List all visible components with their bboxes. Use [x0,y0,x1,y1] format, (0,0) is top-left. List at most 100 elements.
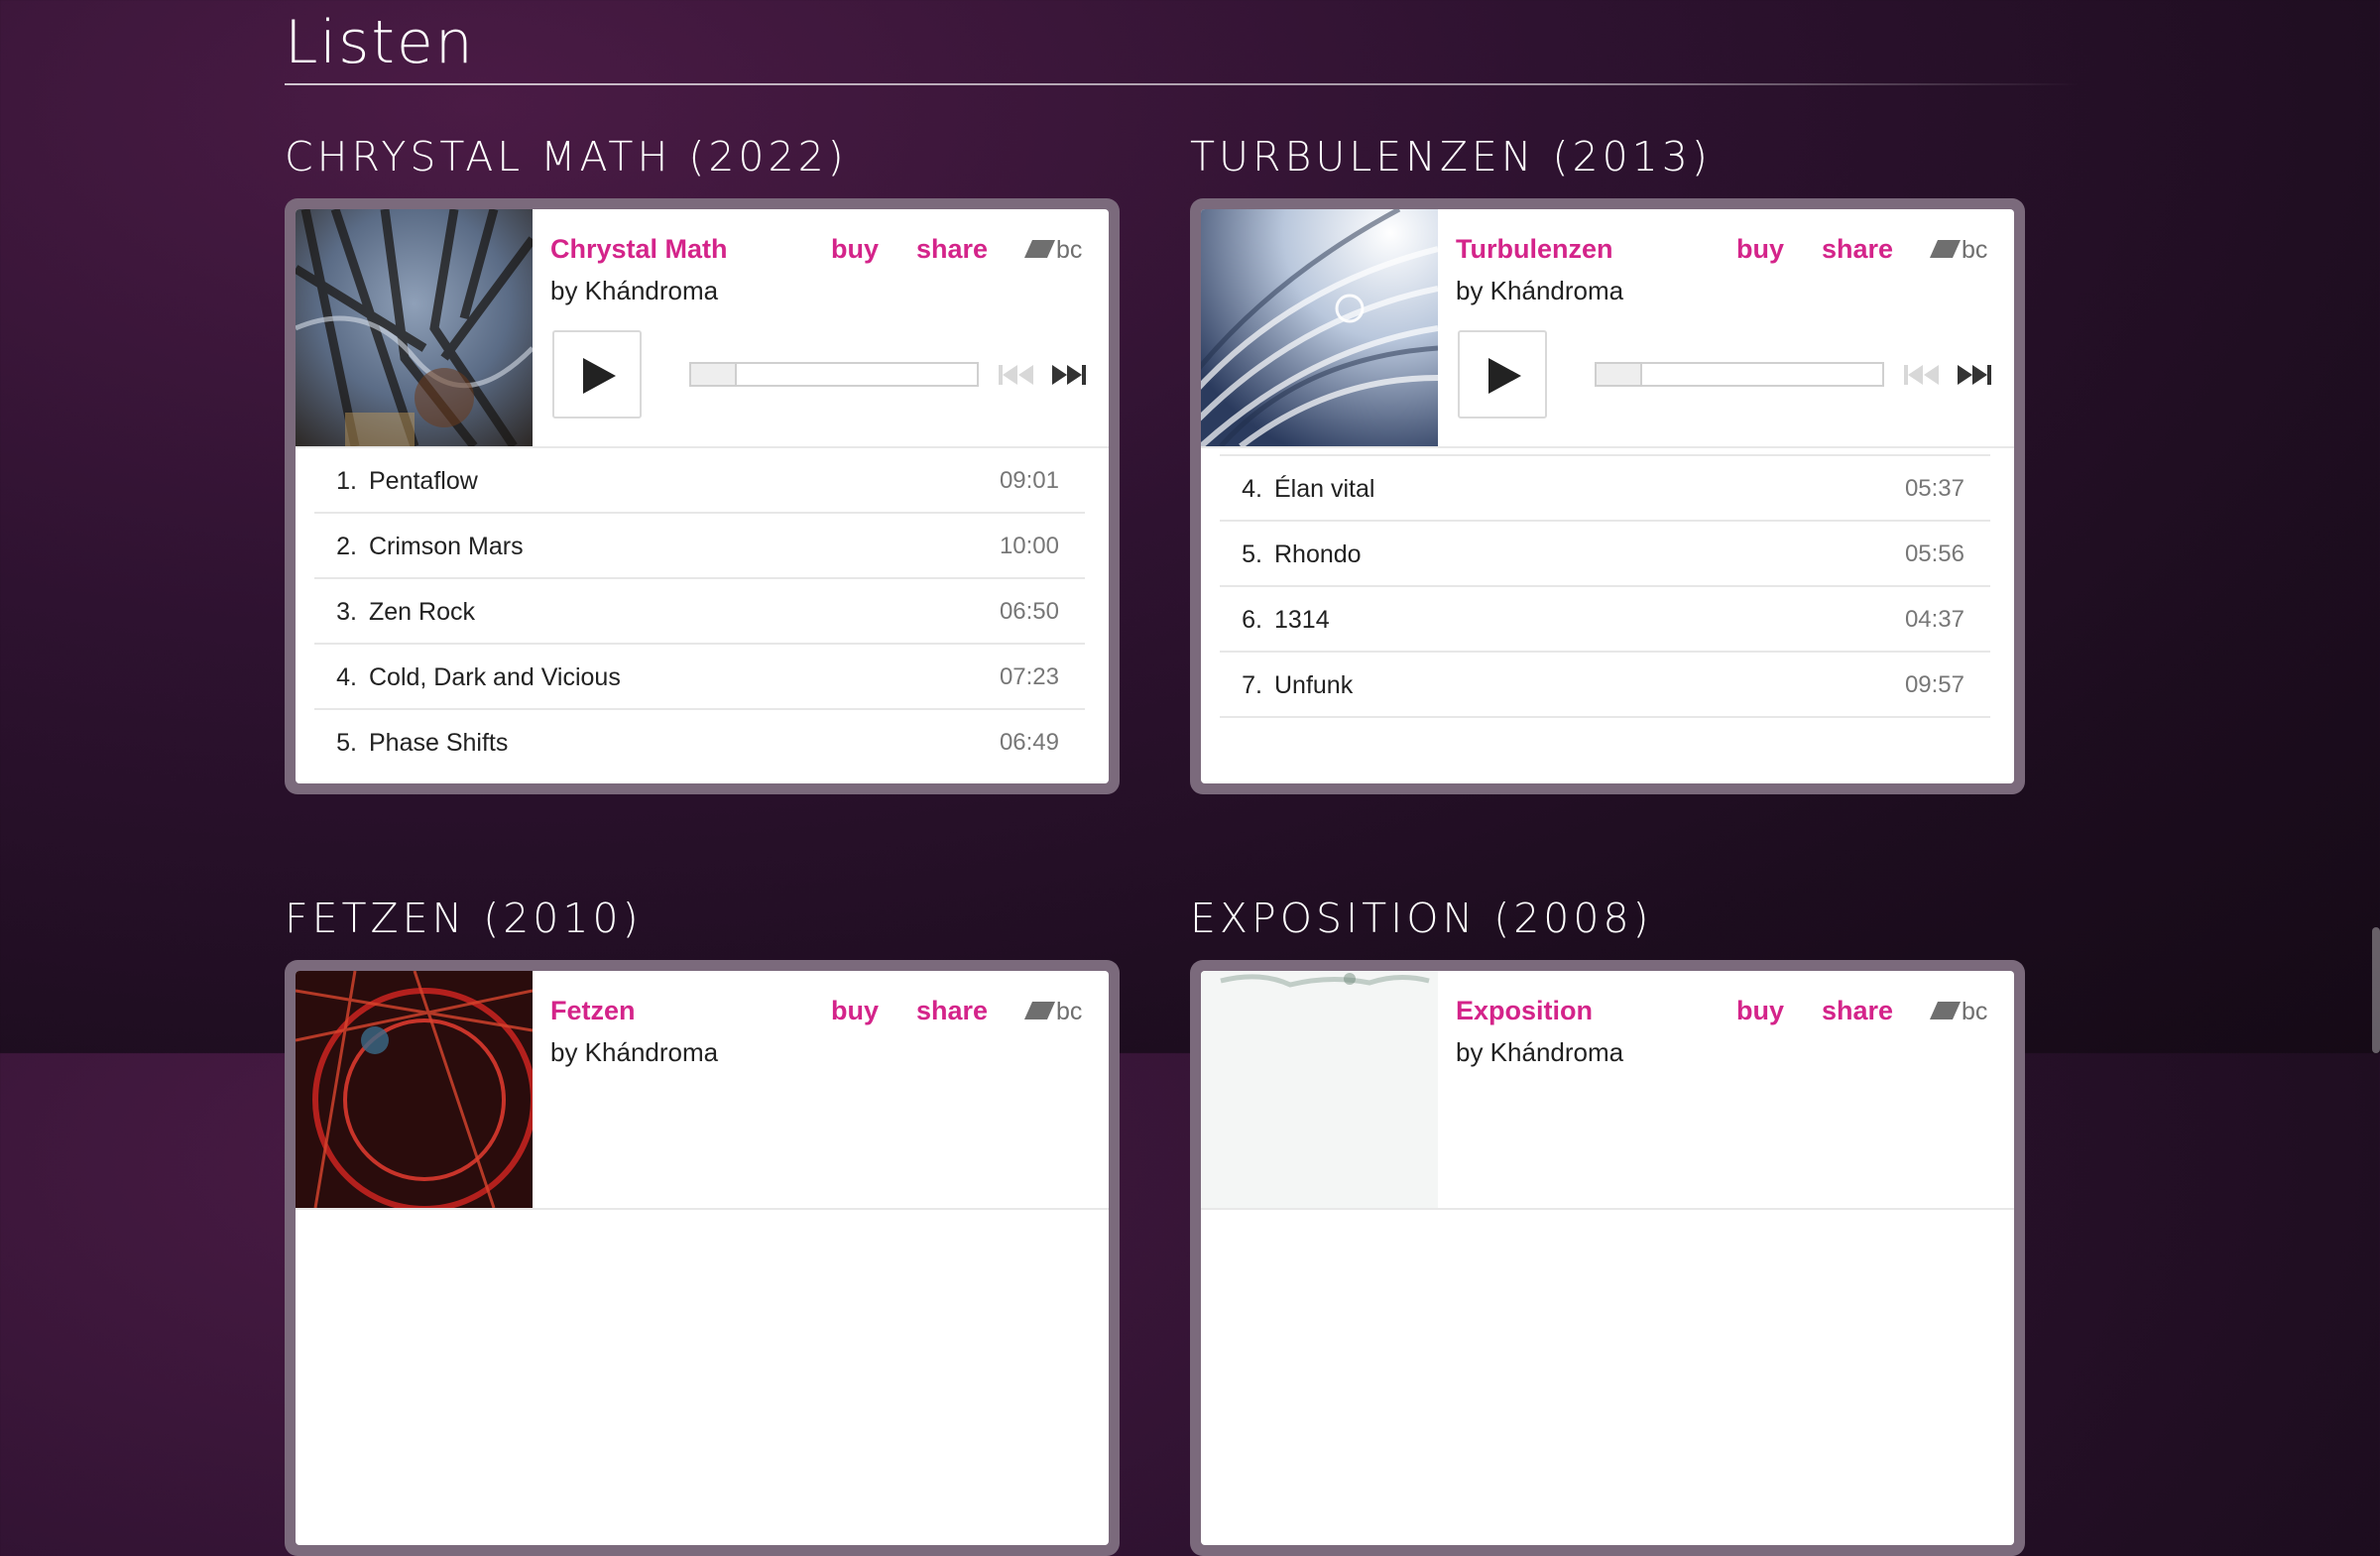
track-number: 2. [336,533,357,560]
track-row[interactable] [1220,718,1990,773]
track-duration: 07:23 [999,663,1059,690]
album-exposition: Exposition (2008) Exposition by Khándrom… [1190,895,2025,1556]
bandcamp-logo-icon[interactable]: bc [1024,237,1090,263]
track-number: 4. [336,663,357,691]
track-row[interactable] [1220,448,1990,456]
progress-thumb[interactable] [1595,362,1642,387]
album-cover-art [296,971,533,1208]
track-number: 5. [336,729,357,757]
play-icon [583,358,616,394]
track-number: 7. [1242,671,1262,699]
previous-track-icon[interactable] [998,362,1035,388]
album-fetzen: Fetzen (2010) Fetzen by Khándroma buy sh… [285,895,1120,1556]
track-title: Cold, Dark and Vicious [369,663,621,691]
album-cover[interactable] [1201,971,1438,1208]
progress-thumb[interactable] [689,362,737,387]
header-divider [296,1208,1109,1210]
buy-link[interactable]: buy [1736,234,1784,265]
track-duration: 05:37 [1904,475,1964,502]
album-title-link[interactable]: Turbulenzen [1456,234,1613,265]
progress-slider[interactable] [1595,362,1884,387]
track-number: 4. [1242,475,1262,503]
track-duration: 05:56 [1904,540,1964,567]
album-cover[interactable] [296,209,533,446]
album-turbulenzen: Turbulenzen (2013) [1190,133,2025,794]
header-divider [1201,1208,2014,1210]
artist-name: by Khándroma [1456,276,1624,305]
player-panel: Chrystal Math by Khándroma buy share bc [296,209,1109,783]
buy-link[interactable]: buy [831,996,879,1026]
player-panel: Exposition by Khándroma buy share bc [1201,971,2014,1545]
next-track-icon[interactable] [1956,362,1993,388]
album-cover-art [1201,971,1438,1208]
tracklist[interactable]: 4. Élan vital 05:37 5. Rhondo 05:56 6. 1… [1220,448,1990,773]
next-track-icon[interactable] [1050,362,1088,388]
track-duration: 04:37 [1904,606,1964,633]
svg-text:bc: bc [1962,999,1987,1024]
track-title: Zen Rock [369,598,475,626]
track-title: Pentaflow [369,467,478,495]
track-row[interactable]: 6. 1314 04:37 [1220,587,1990,653]
buy-link[interactable]: buy [831,234,879,265]
album-heading: Turbulenzen (2013) [1190,133,1712,180]
album-cover[interactable] [296,971,533,1208]
track-title: 1314 [1274,606,1330,634]
album-title-link[interactable]: Exposition [1456,996,1593,1026]
track-number: 6. [1242,606,1262,634]
play-icon [1488,358,1521,394]
bandcamp-logo-icon[interactable]: bc [1024,999,1090,1024]
track-number: 3. [336,598,357,626]
buy-link[interactable]: buy [1736,996,1784,1026]
track-row[interactable]: 4. Élan vital 05:37 [1220,456,1990,522]
track-row[interactable]: 5. Rhondo 05:56 [1220,522,1990,587]
album-title-link[interactable]: Fetzen [550,996,636,1026]
bandcamp-player: Turbulenzen by Khándroma buy share bc 4.… [1190,198,2025,794]
svg-text:bc: bc [1056,999,1082,1024]
artist-name: by Khándroma [550,276,719,305]
album-cover-art [1201,209,1438,446]
page-scrollbar[interactable] [2372,927,2380,1053]
track-number: 5. [1242,540,1262,568]
share-link[interactable]: share [1822,234,1893,265]
track-duration: 10:00 [999,533,1059,559]
track-row[interactable]: 1. Pentaflow 09:01 [314,448,1085,514]
track-title: Rhondo [1274,540,1362,568]
track-row[interactable]: 4. Cold, Dark and Vicious 07:23 [314,645,1085,710]
track-row[interactable]: 2. Crimson Mars 10:00 [314,514,1085,579]
album-heading: Chrystal Math (2022) [285,133,848,180]
bandcamp-player: Exposition by Khándroma buy share bc [1190,960,2025,1556]
album-cover-art [296,209,533,446]
play-button[interactable] [1458,330,1547,419]
track-title: Crimson Mars [369,533,524,560]
album-heading: Fetzen (2010) [285,895,643,942]
player-panel: Fetzen by Khándroma buy share bc [296,971,1109,1545]
track-duration: 06:50 [999,598,1059,625]
track-title: Unfunk [1274,671,1354,699]
progress-slider[interactable] [689,362,979,387]
svg-text:bc: bc [1056,237,1082,263]
previous-track-icon[interactable] [1903,362,1941,388]
section-title: Listen [285,8,475,77]
track-number: 1. [336,467,357,495]
track-duration: 09:57 [1904,671,1964,698]
tracklist[interactable]: 1. Pentaflow 09:01 2. Crimson Mars 10:00… [314,448,1085,773]
svg-text:bc: bc [1962,237,1987,263]
play-button[interactable] [552,330,642,419]
bandcamp-logo-icon[interactable]: bc [1930,999,1995,1024]
share-link[interactable]: share [1822,996,1893,1026]
share-link[interactable]: share [916,996,988,1026]
bandcamp-player: Fetzen by Khándroma buy share bc [285,960,1120,1556]
track-title: Phase Shifts [369,729,509,757]
bandcamp-player: Chrystal Math by Khándroma buy share bc [285,198,1120,794]
album-chrystal-math: Chrystal Math (2022) [285,133,1120,794]
bandcamp-logo-icon[interactable]: bc [1930,237,1995,263]
album-title-link[interactable]: Chrystal Math [550,234,728,265]
track-row[interactable]: 3. Zen Rock 06:50 [314,579,1085,645]
track-duration: 06:49 [999,729,1059,756]
share-link[interactable]: share [916,234,988,265]
album-heading: Exposition (2008) [1190,895,1653,942]
track-row[interactable]: 7. Unfunk 09:57 [1220,653,1990,718]
track-duration: 09:01 [999,467,1059,494]
album-cover[interactable] [1201,209,1438,446]
track-row[interactable]: 5. Phase Shifts 06:49 [314,710,1085,773]
